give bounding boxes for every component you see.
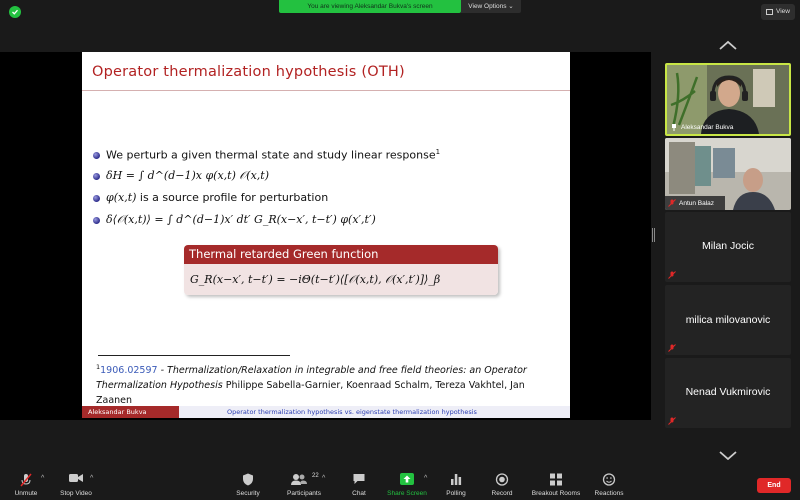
bullet-text: We perturb a given thermal state and stu… (106, 148, 436, 162)
mic-muted-icon (668, 344, 676, 352)
share-screen-icon (400, 473, 414, 485)
slide-footer: Aleksandar Bukva Operator thermalization… (82, 406, 570, 418)
arxiv-link[interactable]: 1906.02597 (100, 365, 157, 376)
bullet-icon (93, 195, 100, 202)
reactions-label: Reactions (594, 490, 624, 497)
pin-icon (672, 124, 676, 131)
viewing-banner: You are viewing Aleksandar Bukva's scree… (279, 0, 461, 13)
footnote-divider (98, 355, 290, 356)
security-button[interactable]: Security (230, 470, 266, 500)
bullet-icon (93, 173, 100, 180)
footer-title: Operator thermalization hypothesis vs. e… (179, 406, 570, 418)
participants-count: 22 (312, 473, 319, 479)
end-meeting-button[interactable]: End (757, 478, 791, 493)
view-button[interactable]: View (761, 4, 795, 20)
participant-name: Milan Jocic (702, 240, 754, 252)
chat-button[interactable]: Chat (345, 470, 373, 500)
participant-name: Aleksandar Bukva (681, 124, 734, 131)
caret-up-icon[interactable]: ^ (41, 475, 44, 482)
record-label: Record (491, 490, 513, 497)
record-button[interactable]: Record (486, 470, 518, 500)
reactions-button[interactable]: Reactions (590, 470, 628, 500)
bullet-icon (93, 152, 100, 159)
grid-icon (766, 9, 773, 15)
footnote: 11906.02597 - Thermalization/Relaxation … (96, 360, 556, 408)
smiley-icon (602, 473, 616, 486)
bullet-item: φ(x,t) is a source profile for perturbat… (93, 191, 329, 204)
top-bar: You are viewing Aleksandar Bukva's scree… (0, 0, 800, 24)
chat-label: Chat (352, 490, 366, 497)
view-button-label: View (776, 8, 790, 15)
mic-muted-icon (668, 417, 676, 425)
participant-tile[interactable]: Milan Jocic (665, 212, 791, 282)
bullet-item: δ⟨𝒪(x,t)⟩ = ∫ d^(d−1)x′ dt′ G_R(x−x′, t−… (93, 213, 376, 227)
participants-button[interactable]: 22 Participants (281, 470, 327, 500)
bullet-icon (93, 217, 100, 224)
share-screen-button[interactable]: Share Screen (385, 470, 429, 500)
footnote-mark: 1 (435, 148, 441, 156)
chat-icon (353, 474, 365, 484)
box-formula: G_R(x−x′, t−t′) = −iΘ(t−t′)⟨[𝒪(x,t), 𝒪(x… (184, 264, 498, 295)
participants-icon (291, 474, 307, 485)
shield-icon[interactable] (9, 6, 21, 18)
mic-muted-icon (668, 271, 676, 279)
title-divider (82, 90, 570, 91)
chevron-up-icon[interactable] (718, 40, 738, 50)
share-screen-label: Share Screen (387, 490, 427, 497)
unmute-button[interactable]: Unmute (8, 470, 44, 500)
participant-name: Nenad Vukmirovic (685, 386, 771, 398)
polling-label: Polling (446, 490, 466, 497)
bullet-formula: φ(x,t) (106, 191, 137, 204)
breakout-rooms-label: Breakout Rooms (531, 490, 581, 497)
footer-author: Aleksandar Bukva (82, 406, 179, 418)
mic-muted-icon (668, 199, 676, 207)
chevron-down-icon[interactable] (718, 450, 738, 460)
video-camera-icon (69, 474, 83, 482)
box-title: Thermal retarded Green function (184, 245, 498, 264)
participants-label: Participants (287, 490, 321, 497)
presentation-slide: Operator thermalization hypothesis (OTH)… (82, 52, 570, 418)
bullet-text: is a source profile for perturbation (136, 191, 329, 204)
view-options-button[interactable]: View Options ⌄ (461, 0, 521, 13)
record-icon (495, 473, 509, 486)
participant-tile[interactable]: milica milovanovic (665, 285, 791, 355)
unmute-label: Unmute (14, 490, 38, 497)
participant-name: Antun Balaz (679, 200, 715, 207)
video-tile-active-speaker[interactable]: Aleksandar Bukva (665, 63, 791, 136)
participant-tile[interactable]: Nenad Vukmirovic (665, 358, 791, 428)
caret-up-icon[interactable]: ^ (424, 475, 427, 482)
bullet-formula: δ⟨𝒪(x,t)⟩ = ∫ d^(d−1)x′ dt′ G_R(x−x′, t−… (106, 213, 376, 226)
mic-muted-icon (20, 473, 32, 487)
resize-handle[interactable] (652, 228, 655, 242)
bullet-formula: δH = ∫ d^(d−1)x φ(x,t) 𝒪(x,t) (106, 169, 269, 182)
breakout-rooms-button[interactable]: Breakout Rooms (528, 470, 584, 500)
caret-up-icon[interactable]: ^ (322, 475, 325, 482)
video-tile[interactable]: Antun Balaz (665, 138, 791, 210)
caret-up-icon[interactable]: ^ (90, 475, 93, 482)
shield-icon (243, 473, 253, 486)
breakout-rooms-icon (550, 473, 562, 486)
meeting-toolbar: Unmute ^ Stop Video ^ Security 22 Partic… (0, 470, 800, 500)
green-function-box: Thermal retarded Green function G_R(x−x′… (184, 245, 498, 295)
slide-title: Operator thermalization hypothesis (OTH) (92, 64, 405, 80)
polling-button[interactable]: Polling (440, 470, 472, 500)
bar-chart-icon (451, 474, 462, 485)
bullet-item: δH = ∫ d^(d−1)x φ(x,t) 𝒪(x,t) (93, 169, 269, 183)
stop-video-label: Stop Video (60, 490, 92, 497)
security-label: Security (236, 490, 260, 497)
bullet-item: We perturb a given thermal state and stu… (93, 148, 441, 162)
participant-name: milica milovanovic (685, 314, 771, 326)
